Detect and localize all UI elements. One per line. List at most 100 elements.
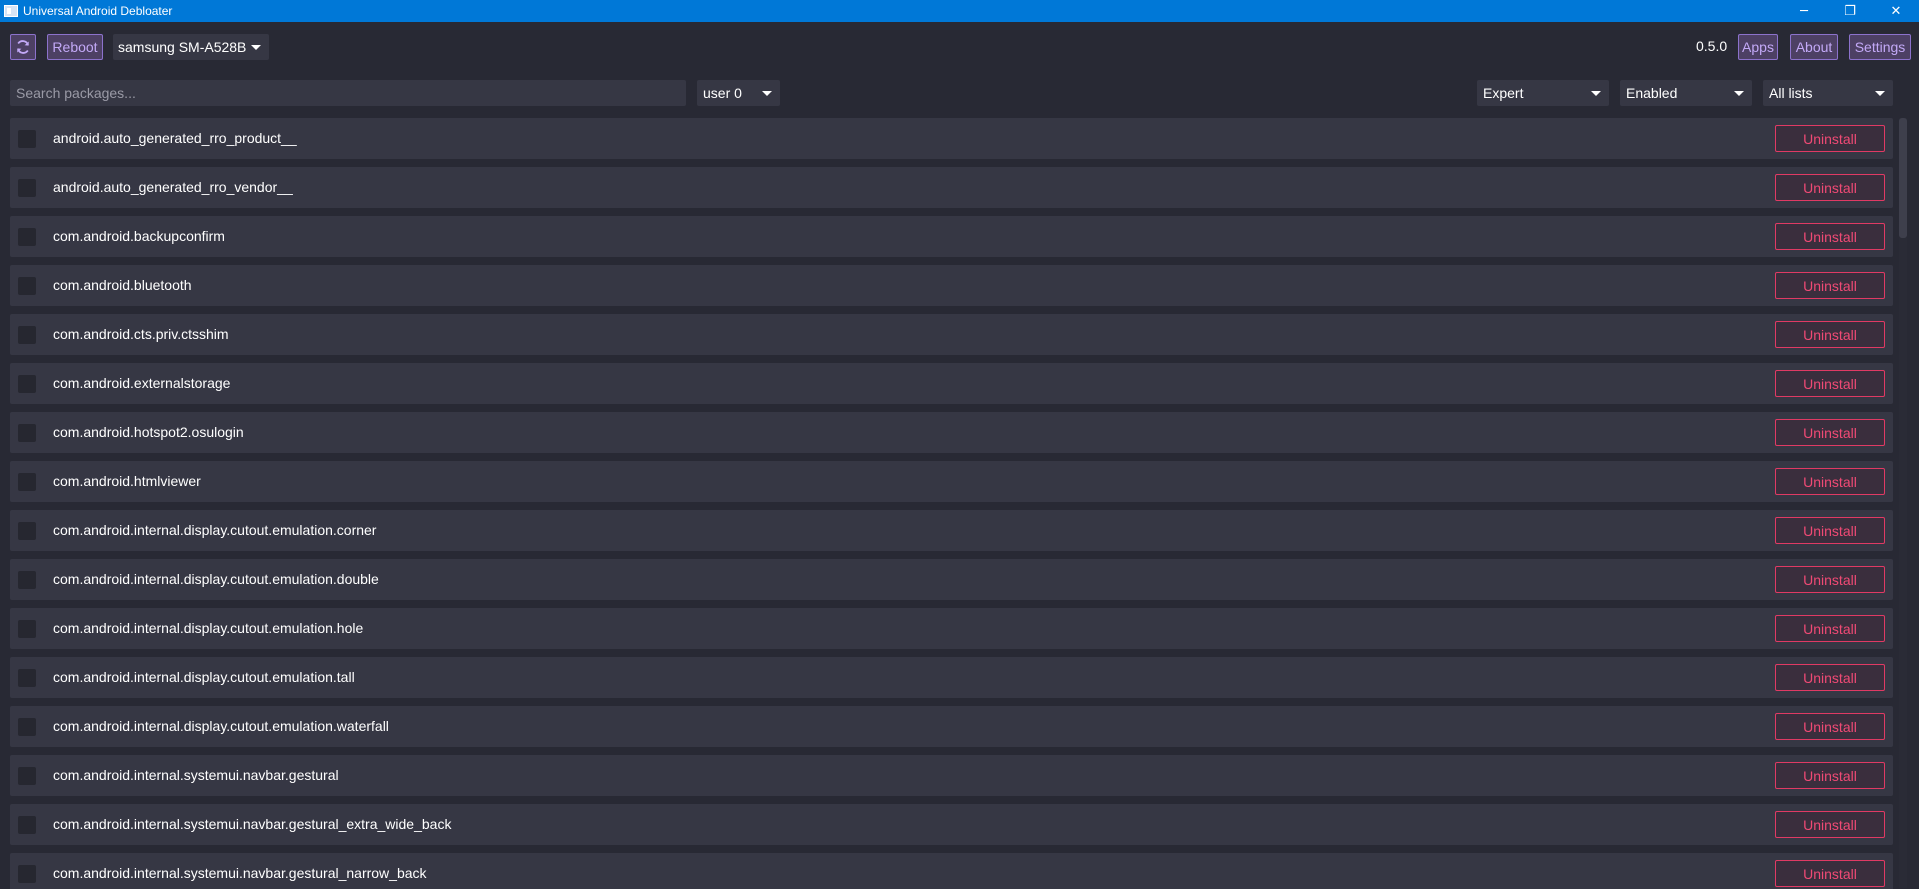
package-checkbox[interactable] (18, 326, 36, 344)
uninstall-button[interactable]: Uninstall (1775, 272, 1885, 299)
chevron-down-icon (1734, 91, 1744, 96)
window-controls: ─ ❐ ✕ (1781, 0, 1919, 22)
package-checkbox[interactable] (18, 571, 36, 589)
package-checkbox[interactable] (18, 669, 36, 687)
chevron-down-icon (762, 91, 772, 96)
refresh-button[interactable] (10, 34, 36, 60)
package-checkbox[interactable] (18, 375, 36, 393)
package-name: com.android.backupconfirm (53, 228, 225, 244)
refresh-icon (17, 40, 29, 54)
uninstall-button[interactable]: Uninstall (1775, 860, 1885, 887)
package-row: com.android.internal.display.cutout.emul… (10, 559, 1893, 600)
user-select-value: user 0 (703, 85, 742, 101)
package-name: android.auto_generated_rro_product__ (53, 130, 297, 146)
app-icon (4, 5, 18, 17)
app-window: Universal Android Debloater ─ ❐ ✕ Reboot… (0, 0, 1919, 889)
package-name: com.android.internal.display.cutout.emul… (53, 669, 355, 685)
state-select[interactable]: Enabled (1620, 80, 1752, 106)
package-checkbox[interactable] (18, 620, 36, 638)
uninstall-button[interactable]: Uninstall (1775, 419, 1885, 446)
package-checkbox[interactable] (18, 816, 36, 834)
minimize-button[interactable]: ─ (1781, 0, 1827, 22)
version-label: 0.5.0 (1696, 38, 1728, 54)
package-row: com.android.internal.systemui.navbar.ges… (10, 755, 1893, 796)
device-select[interactable]: samsung SM-A528B (113, 34, 269, 60)
package-checkbox[interactable] (18, 718, 36, 736)
chevron-down-icon (1875, 91, 1885, 96)
search-input[interactable] (10, 80, 686, 106)
package-name: android.auto_generated_rro_vendor__ (53, 179, 293, 195)
package-name: com.android.hotspot2.osulogin (53, 424, 244, 440)
package-checkbox[interactable] (18, 473, 36, 491)
package-name: com.android.internal.systemui.navbar.ges… (53, 816, 452, 832)
uninstall-button[interactable]: Uninstall (1775, 370, 1885, 397)
title-bar: Universal Android Debloater ─ ❐ ✕ (0, 0, 1919, 22)
package-row: com.android.bluetooth Uninstall (10, 265, 1893, 306)
package-checkbox[interactable] (18, 228, 36, 246)
package-row: com.android.htmlviewer Uninstall (10, 461, 1893, 502)
package-checkbox[interactable] (18, 522, 36, 540)
uninstall-button[interactable]: Uninstall (1775, 762, 1885, 789)
package-name: com.android.internal.systemui.navbar.ges… (53, 865, 427, 881)
package-row: com.android.cts.priv.ctsshim Uninstall (10, 314, 1893, 355)
package-checkbox[interactable] (18, 767, 36, 785)
mode-select[interactable]: Expert (1477, 80, 1609, 106)
package-name: com.android.internal.display.cutout.emul… (53, 718, 389, 734)
package-name: com.android.cts.priv.ctsshim (53, 326, 229, 342)
package-row: com.android.hotspot2.osulogin Uninstall (10, 412, 1893, 453)
package-row: com.android.internal.display.cutout.emul… (10, 706, 1893, 747)
package-name: com.android.bluetooth (53, 277, 192, 293)
user-select[interactable]: user 0 (697, 80, 780, 106)
toolbar: Reboot samsung SM-A528B 0.5.0 Apps About… (0, 22, 1919, 70)
package-row: com.android.internal.systemui.navbar.ges… (10, 853, 1893, 889)
mode-select-value: Expert (1483, 85, 1524, 101)
uninstall-button[interactable]: Uninstall (1775, 566, 1885, 593)
list-select[interactable]: All lists (1763, 80, 1893, 106)
about-button[interactable]: About (1790, 34, 1838, 60)
window-title: Universal Android Debloater (23, 4, 173, 18)
chevron-down-icon (1591, 91, 1601, 96)
filter-row: user 0 Expert Enabled All lists (0, 70, 1919, 116)
package-checkbox[interactable] (18, 424, 36, 442)
state-select-value: Enabled (1626, 85, 1678, 101)
package-name: com.android.internal.display.cutout.emul… (53, 522, 377, 538)
uninstall-button[interactable]: Uninstall (1775, 321, 1885, 348)
reboot-button[interactable]: Reboot (47, 34, 103, 60)
uninstall-button[interactable]: Uninstall (1775, 223, 1885, 250)
scrollbar-thumb[interactable] (1899, 118, 1907, 238)
chevron-down-icon (251, 45, 261, 50)
package-row: com.android.internal.display.cutout.emul… (10, 510, 1893, 551)
package-checkbox[interactable] (18, 179, 36, 197)
package-name: com.android.internal.systemui.navbar.ges… (53, 767, 339, 783)
package-name: com.android.htmlviewer (53, 473, 201, 489)
package-row: com.android.backupconfirm Uninstall (10, 216, 1893, 257)
uninstall-button[interactable]: Uninstall (1775, 174, 1885, 201)
close-button[interactable]: ✕ (1873, 0, 1919, 22)
package-checkbox[interactable] (18, 277, 36, 295)
package-name: com.android.externalstorage (53, 375, 231, 391)
package-name: com.android.internal.display.cutout.emul… (53, 571, 379, 587)
list-select-value: All lists (1769, 85, 1813, 101)
package-row: com.android.internal.display.cutout.emul… (10, 657, 1893, 698)
package-row: android.auto_generated_rro_product__ Uni… (10, 118, 1893, 159)
package-row: android.auto_generated_rro_vendor__ Unin… (10, 167, 1893, 208)
uninstall-button[interactable]: Uninstall (1775, 664, 1885, 691)
package-row: com.android.internal.display.cutout.emul… (10, 608, 1893, 649)
uninstall-button[interactable]: Uninstall (1775, 468, 1885, 495)
package-checkbox[interactable] (18, 130, 36, 148)
uninstall-button[interactable]: Uninstall (1775, 713, 1885, 740)
device-select-value: samsung SM-A528B (118, 39, 247, 55)
package-checkbox[interactable] (18, 865, 36, 883)
package-list-scrollbar[interactable] (1899, 118, 1907, 888)
package-list: android.auto_generated_rro_product__ Uni… (0, 116, 1919, 889)
apps-button[interactable]: Apps (1738, 34, 1778, 60)
package-name: com.android.internal.display.cutout.emul… (53, 620, 364, 636)
settings-button[interactable]: Settings (1849, 34, 1911, 60)
uninstall-button[interactable]: Uninstall (1775, 125, 1885, 152)
uninstall-button[interactable]: Uninstall (1775, 811, 1885, 838)
maximize-button[interactable]: ❐ (1827, 0, 1873, 22)
uninstall-button[interactable]: Uninstall (1775, 517, 1885, 544)
package-row: com.android.internal.systemui.navbar.ges… (10, 804, 1893, 845)
uninstall-button[interactable]: Uninstall (1775, 615, 1885, 642)
package-row: com.android.externalstorage Uninstall (10, 363, 1893, 404)
